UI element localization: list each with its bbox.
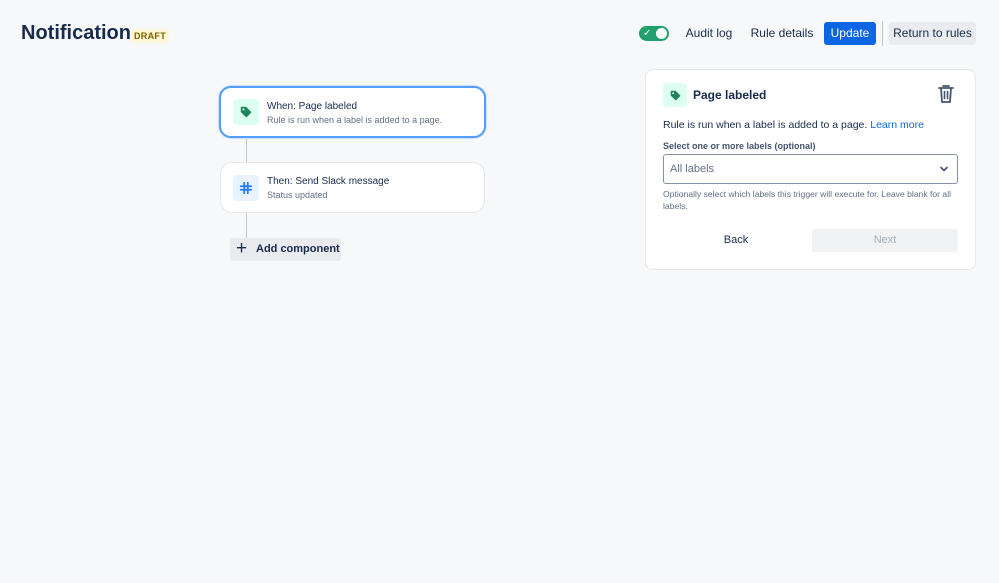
- update-button[interactable]: Update: [824, 22, 876, 45]
- plus-icon: +: [236, 238, 248, 259]
- return-to-rules-button[interactable]: Return to rules: [889, 22, 976, 45]
- panel-title: Page labeled: [693, 88, 767, 102]
- flow-connector: [246, 213, 247, 238]
- labels-field-label: Select one or more labels (optional): [663, 141, 816, 151]
- audit-log-button[interactable]: Audit log: [680, 22, 738, 45]
- next-button[interactable]: Next: [812, 229, 958, 252]
- page-title: Notification: [21, 22, 131, 44]
- add-component-label: Add component: [256, 243, 340, 255]
- trigger-card[interactable]: When: Page labeled Rule is run when a la…: [219, 86, 486, 138]
- status-badge: DRAFT: [131, 29, 169, 43]
- rule-enabled-toggle[interactable]: ✓: [639, 26, 669, 41]
- labels-select-value: All labels: [670, 163, 715, 175]
- flow-connector: [246, 138, 247, 162]
- learn-more-link[interactable]: Learn more: [870, 119, 924, 131]
- trigger-subtitle: Rule is run when a label is added to a p…: [267, 115, 443, 125]
- labels-select[interactable]: All labels: [663, 154, 958, 184]
- header: Notification DRAFT ✓ Audit log Rule deta…: [0, 0, 999, 68]
- trash-icon[interactable]: [937, 84, 955, 104]
- toggle-knob: [656, 28, 667, 39]
- action-card[interactable]: Then: Send Slack message Status updated: [220, 162, 485, 213]
- rule-details-button[interactable]: Rule details: [748, 22, 816, 45]
- trigger-title: When: Page labeled: [267, 101, 358, 112]
- action-subtitle: Status updated: [267, 190, 328, 200]
- chevron-down-icon: [940, 166, 948, 172]
- tag-icon: [663, 83, 687, 107]
- back-button[interactable]: Back: [663, 229, 809, 252]
- add-component-button[interactable]: + Add component: [230, 238, 341, 261]
- header-divider: [882, 21, 883, 46]
- trigger-config-panel: Page labeled Rule is run when a label is…: [645, 69, 976, 270]
- tag-icon: [233, 99, 259, 125]
- action-title: Then: Send Slack message: [267, 176, 390, 187]
- slack-icon: [233, 175, 259, 201]
- labels-help-text: Optionally select which labels this trig…: [663, 189, 952, 211]
- checkmark-icon: ✓: [643, 28, 652, 39]
- panel-description: Rule is run when a label is added to a p…: [663, 119, 924, 131]
